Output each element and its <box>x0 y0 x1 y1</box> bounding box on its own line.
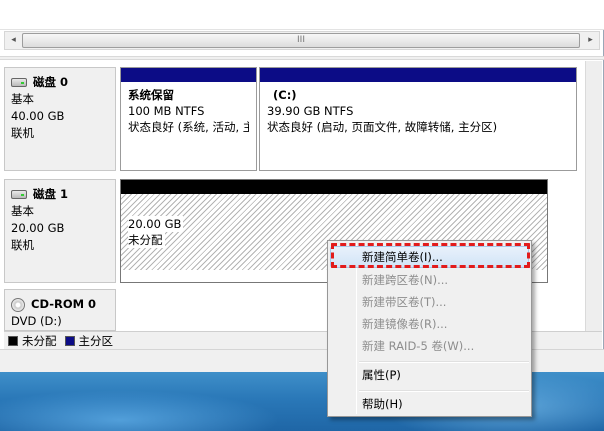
menu-separator <box>359 390 529 392</box>
disk-row: 磁盘 0 基本 40.00 GB 联机 系统保留 100 MB NTFS 状态良… <box>4 67 583 171</box>
disk-name: CD-ROM 0 <box>31 297 97 311</box>
disk-name: 磁盘 1 <box>33 187 69 201</box>
menu-item-help[interactable]: 帮助(H) <box>330 393 529 415</box>
menu-separator <box>359 361 529 363</box>
scrollbar-thumb[interactable]: III <box>22 33 580 48</box>
menu-item-new-striped-volume[interactable]: 新建带区卷(T)... <box>330 291 529 313</box>
volume-status: 状态良好 (系统, 活动, 主 <box>128 120 249 134</box>
disk-status: 联机 <box>11 126 34 140</box>
volume-list-area[interactable] <box>0 0 604 30</box>
menu-item-new-raid5-volume[interactable]: 新建 RAID-5 卷(W)... <box>330 335 529 357</box>
menu-item-new-spanned-volume[interactable]: 新建跨区卷(N)... <box>330 269 529 291</box>
volume-name: (C:) <box>273 88 297 102</box>
menu-item-properties[interactable]: 属性(P) <box>330 364 529 386</box>
vertical-scrollbar[interactable] <box>585 61 602 331</box>
disk-label[interactable]: 磁盘 0 基本 40.00 GB 联机 <box>4 67 116 171</box>
primary-partition-bar <box>260 68 576 82</box>
scroll-left-arrow-icon[interactable]: ◂ <box>5 32 22 49</box>
disk-size: 40.00 GB <box>11 109 65 123</box>
unallocated-swatch <box>8 335 18 346</box>
horizontal-scrollbar[interactable]: ◂ III ▸ <box>4 31 600 50</box>
pane-splitter[interactable] <box>0 56 604 60</box>
volume-name: 系统保留 <box>128 88 174 102</box>
volume-status: 状态良好 (启动, 页面文件, 故障转储, 主分区) <box>267 120 498 134</box>
primary-partition-bar <box>121 68 256 82</box>
disk-type: 基本 <box>11 204 34 218</box>
volume-system-reserved[interactable]: 系统保留 100 MB NTFS 状态良好 (系统, 活动, 主 <box>120 67 257 171</box>
disk-size: 20.00 GB <box>11 221 65 235</box>
hard-disk-icon <box>11 190 27 199</box>
volume-detail: 20.00 GB <box>128 216 184 232</box>
context-menu: 新建简单卷(I)... 新建跨区卷(N)... 新建带区卷(T)... 新建镜像… <box>327 240 532 417</box>
primary-swatch <box>64 335 75 346</box>
disk-name: 磁盘 0 <box>33 75 69 89</box>
disk-label[interactable]: CD-ROM 0 DVD (D:) <box>4 289 116 331</box>
hard-disk-icon <box>11 78 27 87</box>
disk-status: 联机 <box>11 238 34 252</box>
disk-type: 基本 <box>11 92 34 106</box>
legend-label: 未分配 <box>22 333 57 348</box>
volume-detail: 39.90 GB NTFS <box>267 104 354 118</box>
cd-rom-icon <box>11 297 25 312</box>
volume-detail: 100 MB NTFS <box>128 104 205 118</box>
disk-type: DVD (D:) <box>11 314 62 328</box>
volume-status: 未分配 <box>128 232 165 248</box>
disk-label[interactable]: 磁盘 1 基本 20.00 GB 联机 <box>4 179 116 283</box>
unallocated-bar <box>121 180 547 194</box>
volume-c[interactable]: (C:) 39.90 GB NTFS 状态良好 (启动, 页面文件, 故障转储,… <box>259 67 577 171</box>
menu-item-new-simple-volume[interactable]: 新建简单卷(I)... <box>330 246 529 268</box>
menu-item-new-mirrored-volume[interactable]: 新建镜像卷(R)... <box>330 313 529 335</box>
scroll-right-arrow-icon[interactable]: ▸ <box>582 32 599 49</box>
legend-label: 主分区 <box>78 333 114 348</box>
